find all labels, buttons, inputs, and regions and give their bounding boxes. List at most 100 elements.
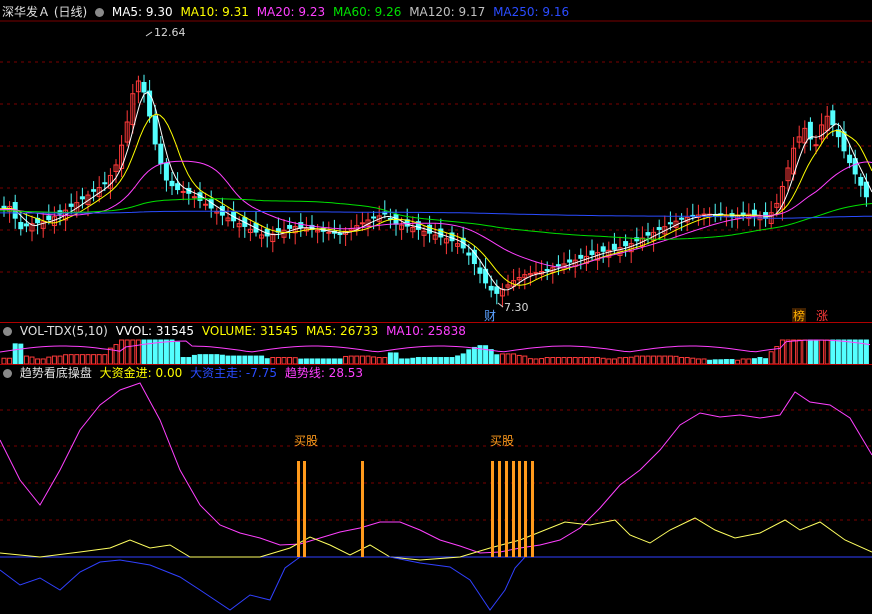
- volume-bar: [68, 354, 74, 365]
- volume-bar: [354, 355, 360, 365]
- candle-body: [847, 154, 853, 164]
- candle-body: [813, 144, 819, 147]
- earnings-marker[interactable]: 财: [484, 309, 496, 323]
- volume-bar: [841, 339, 847, 365]
- volume-bar: [494, 354, 500, 365]
- volume-bar: [634, 355, 640, 365]
- volume-bar: [488, 349, 494, 365]
- stock-chart[interactable]: 12.64 7.30 财 榜 涨 买股 买股: [0, 0, 872, 614]
- candle-body: [488, 285, 494, 291]
- volume-bar: [197, 354, 203, 365]
- volume-bars: [0, 339, 871, 365]
- volume-bar: [259, 355, 265, 365]
- candle-body: [858, 176, 864, 186]
- ma5-label: MA5: 9.30: [111, 5, 173, 19]
- volume-bar: [847, 339, 853, 365]
- candle-body: [667, 222, 673, 225]
- vvol-label: VVOL: 31545: [115, 324, 195, 338]
- volume-bar: [460, 353, 466, 365]
- ma120-label: MA120: 9.17: [409, 5, 486, 19]
- volume-bar: [852, 339, 858, 365]
- volume-bar: [796, 339, 802, 365]
- trend-line-label: 趋势线: 28.53: [284, 366, 364, 380]
- trend-line: [0, 382, 872, 554]
- candle-body: [1, 205, 7, 209]
- volume-bar: [651, 355, 657, 365]
- menu-dot-icon[interactable]: [3, 327, 12, 336]
- rank-marker[interactable]: 榜: [793, 308, 805, 323]
- volume-bar: [785, 339, 791, 365]
- buy-signal-label-2: 买股: [490, 434, 514, 448]
- volume-bar: [141, 339, 147, 365]
- candle-body: [175, 183, 181, 191]
- volume-bar: [516, 354, 522, 365]
- buy-signal-bar: [297, 461, 300, 557]
- candle-body: [326, 231, 332, 234]
- volume-bar: [673, 355, 679, 365]
- candle-body: [359, 222, 365, 225]
- volume-bar: [191, 354, 197, 365]
- volume-bar: [107, 347, 113, 365]
- candle-body: [466, 252, 472, 256]
- ma10-label: MA10: 9.31: [180, 5, 249, 19]
- volume-bar: [63, 354, 69, 365]
- high-price-arrow: [145, 31, 153, 37]
- menu-dot-icon[interactable]: [95, 8, 105, 17]
- candle-body: [79, 196, 85, 200]
- volume-bar: [23, 355, 29, 365]
- volume-bar: [499, 353, 505, 365]
- candle-body: [477, 267, 483, 274]
- candle-body: [46, 215, 52, 221]
- volume-bar: [79, 354, 85, 365]
- volume-bar: [169, 339, 175, 365]
- buy-signal-bar: [498, 461, 501, 557]
- volume-bar: [791, 339, 797, 365]
- volume-bar: [208, 354, 214, 365]
- volume-bar: [348, 355, 354, 365]
- volume-bar: [466, 349, 472, 365]
- volume-bar: [522, 355, 528, 365]
- buy-signal-bar: [505, 461, 508, 557]
- volume-bar: [225, 355, 231, 365]
- candle-body: [494, 286, 500, 294]
- volume-bar: [135, 339, 141, 365]
- stock-title[interactable]: 深华发Ａ (日线): [2, 5, 87, 19]
- candle-body: [287, 224, 293, 229]
- volume-bar: [242, 355, 248, 365]
- ma20-label: MA20: 9.23: [256, 5, 326, 19]
- volume-bar: [802, 339, 808, 365]
- volume-bar: [371, 356, 377, 365]
- candle-body: [163, 162, 169, 181]
- volume-bar: [231, 355, 237, 365]
- buy-signal-bar: [531, 461, 534, 557]
- volume-bar: [85, 354, 91, 365]
- volume-bar: [824, 339, 830, 365]
- volume-bar: [130, 339, 136, 365]
- candle-body: [645, 232, 651, 236]
- volume-bar: [387, 352, 393, 365]
- limit-up-marker[interactable]: 涨: [816, 308, 828, 323]
- candle-body: [91, 189, 97, 192]
- volume-bar: [393, 352, 399, 365]
- volume-bar: [819, 339, 825, 365]
- ma60-label: MA60: 9.26: [332, 5, 402, 19]
- menu-dot-icon[interactable]: [3, 369, 12, 378]
- volume-bar: [768, 351, 774, 365]
- main-force-label: 大资主走: -7.75: [190, 366, 277, 380]
- volume-bar: [219, 354, 225, 365]
- volume-bar: [46, 356, 52, 365]
- volume-bar: [29, 356, 35, 365]
- buy-signal-bar: [518, 461, 521, 557]
- volume-bar: [835, 339, 841, 365]
- indicator-title[interactable]: 趋势看底操盘: [20, 366, 92, 380]
- volume-bar: [511, 353, 517, 365]
- candle-body: [23, 223, 29, 227]
- volume-bar: [667, 355, 673, 365]
- candle-body: [158, 143, 164, 165]
- volume-bar: [471, 346, 477, 365]
- volume-bar: [483, 345, 489, 365]
- candle-body: [298, 222, 304, 229]
- buy-signal-bar: [491, 461, 494, 557]
- vol-ma10-label: MA10: 25838: [386, 324, 466, 338]
- volume-title[interactable]: VOL-TDX(5,10): [20, 324, 108, 338]
